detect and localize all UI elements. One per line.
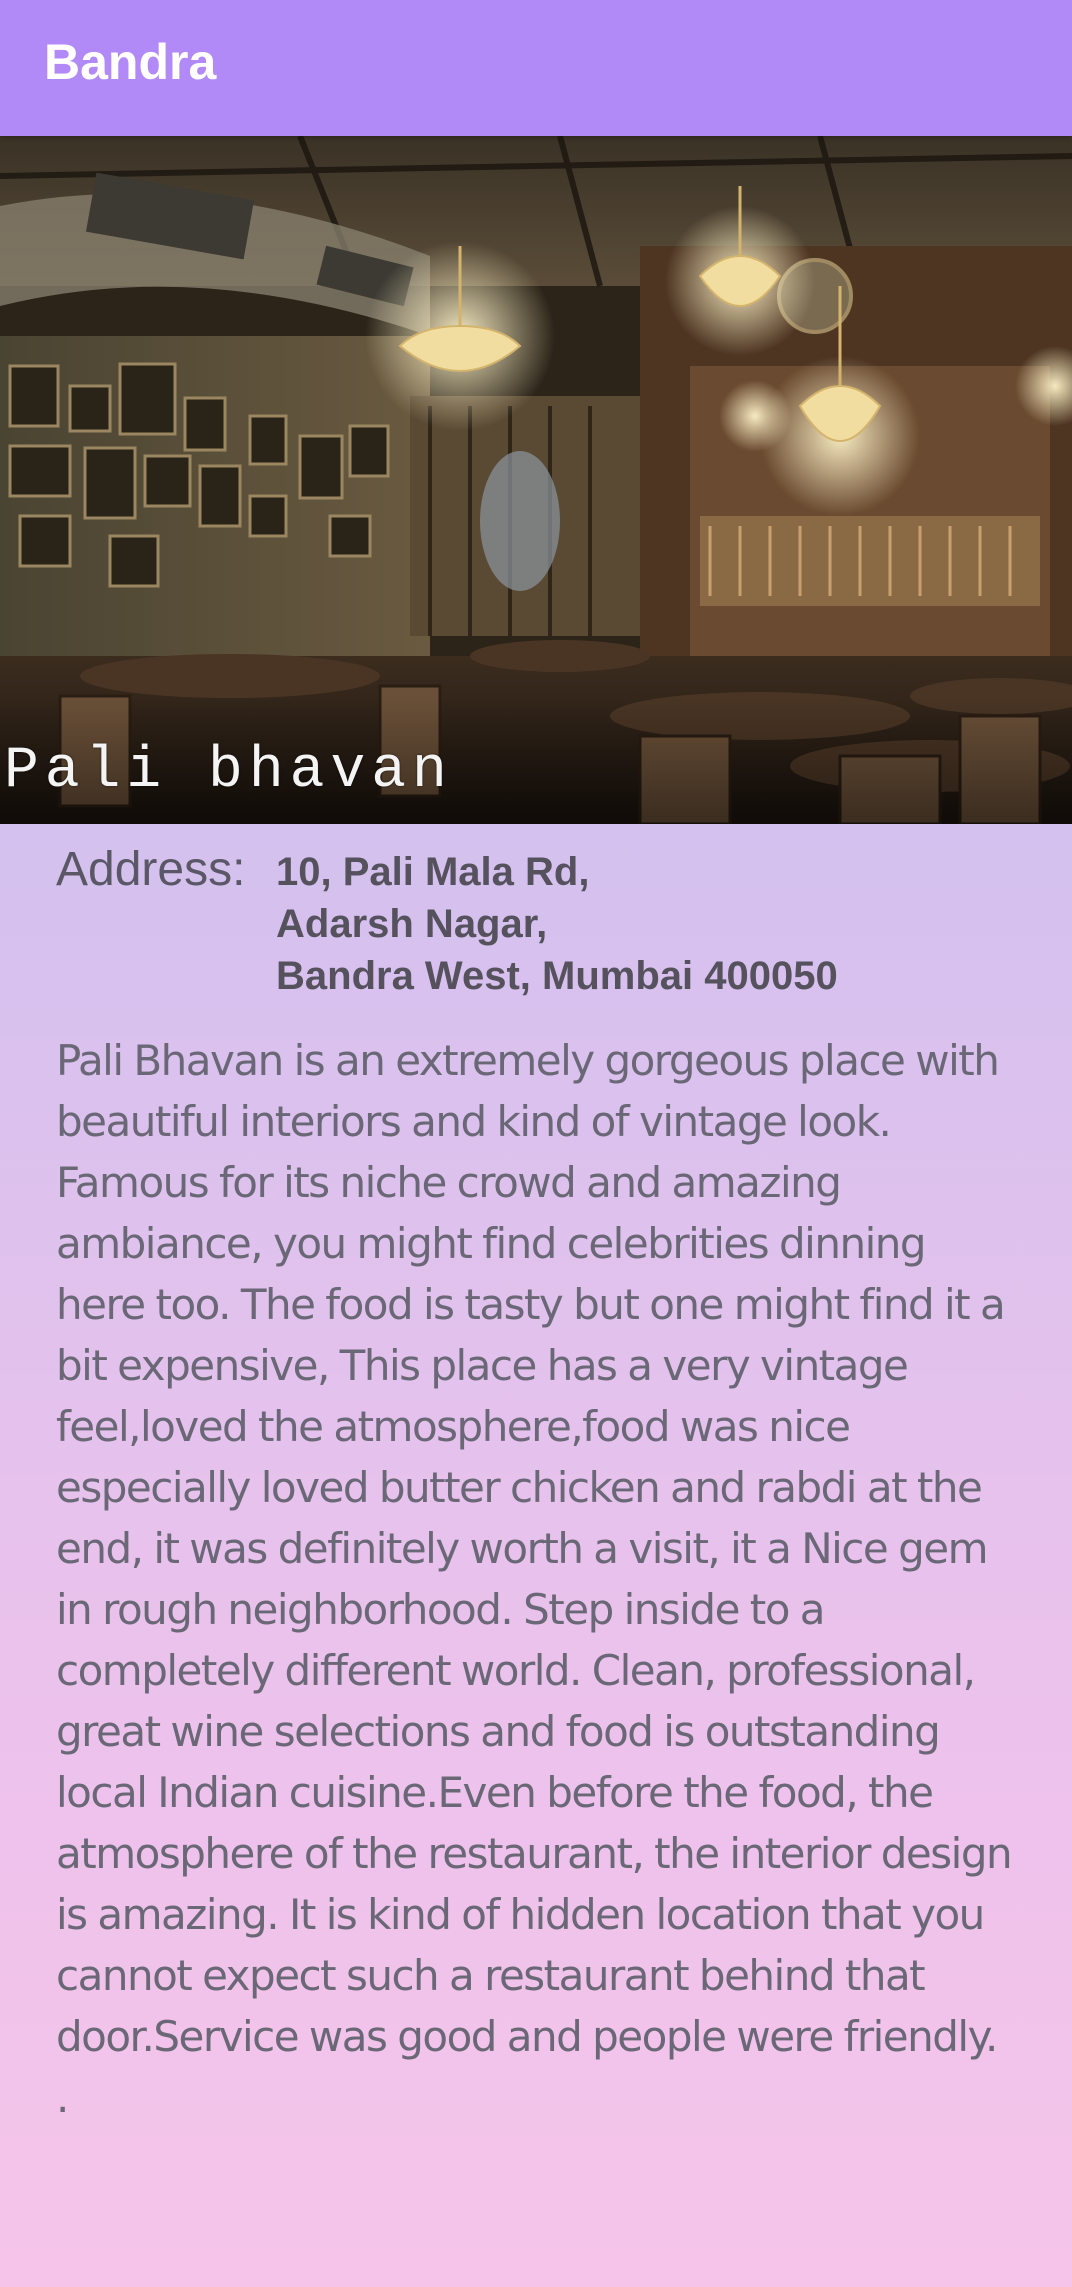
restaurant-photo: Pali bhavan	[0, 136, 1072, 824]
address-value: 10, Pali Mala Rd, Adarsh Nagar, Bandra W…	[276, 838, 838, 1002]
address-section: Address: 10, Pali Mala Rd, Adarsh Nagar,…	[56, 838, 1036, 1002]
address-line-3: Bandra West, Mumbai 400050	[276, 954, 838, 998]
app-bar-title: Bandra	[44, 34, 217, 90]
address-line-1: 10, Pali Mala Rd,	[276, 850, 590, 894]
app-bar: Bandra	[0, 0, 1072, 136]
address-label: Address:	[56, 843, 246, 896]
restaurant-description: Pali Bhavan is an extremely gorgeous pla…	[56, 1036, 1013, 2122]
address-line-2: Adarsh Nagar,	[276, 902, 548, 946]
restaurant-interior-image	[0, 136, 1072, 824]
restaurant-name: Pali bhavan	[4, 739, 453, 804]
